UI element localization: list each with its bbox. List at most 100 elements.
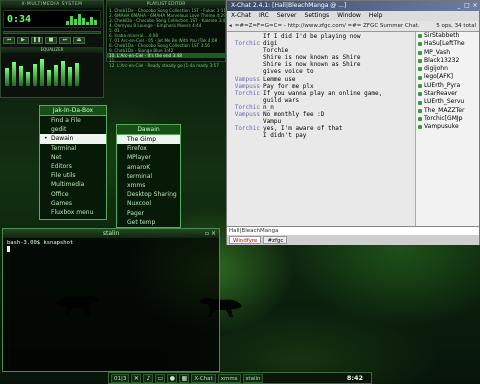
terminal-output[interactable]: bash-3.00$ ksnapshot <box>3 238 219 255</box>
chat-nick[interactable]: Vampuss <box>229 111 263 118</box>
chat-nick[interactable] <box>229 47 263 54</box>
taskbar-item[interactable]: stalin <box>242 373 264 383</box>
menu-item[interactable]: Terminal <box>40 144 106 153</box>
play-icon[interactable]: ▶ <box>17 37 29 44</box>
xmms-time[interactable]: 0:34 <box>7 14 31 25</box>
firefox-icon[interactable]: ● <box>167 373 178 383</box>
menu-item[interactable]: gedit <box>40 125 106 134</box>
eq-slider[interactable] <box>61 61 65 86</box>
submenu-item[interactable]: amaroK <box>117 163 180 172</box>
menu-item[interactable]: Editors <box>40 162 106 171</box>
taskbar-item[interactable]: xmms <box>217 373 241 383</box>
chat-message: gives voice to <box>263 68 314 76</box>
user-list-item[interactable]: LUErth_Servu <box>416 98 479 106</box>
eq-slider[interactable] <box>75 63 79 86</box>
submenu-item[interactable]: MPlayer <box>117 153 180 162</box>
submenu-item[interactable]: xmms <box>117 181 180 190</box>
submenu-item[interactable]: terminal <box>117 172 180 181</box>
chat-nick[interactable] <box>229 97 263 104</box>
menu-settings[interactable]: Settings <box>305 11 330 21</box>
eq-slider[interactable] <box>5 68 9 86</box>
submenu-item[interactable]: Pager <box>117 209 180 218</box>
chat-titlebar[interactable]: X-Chat 2.4.1: [Hall|BleachManga @ ...] _… <box>227 1 479 11</box>
eq-slider[interactable] <box>12 62 16 86</box>
menu-xchat[interactable]: X-Chat <box>231 11 251 21</box>
chat-nick[interactable] <box>229 61 263 68</box>
menu-item[interactable]: • Dawain <box>40 134 106 144</box>
submenu-item[interactable]: Desktop Sharing <box>117 190 180 199</box>
xchat-icon[interactable]: ✕ <box>131 373 142 383</box>
chat-input[interactable]: Hall|BleachManga <box>227 226 479 235</box>
close-icon[interactable]: × <box>211 230 216 237</box>
xmms-seek-bar[interactable] <box>3 31 101 34</box>
user-list-item[interactable]: digijohn <box>416 65 479 73</box>
user-list[interactable]: SirStabbeth HaSu[LeftThe MP_Vash Black13232… <box>415 32 479 226</box>
playlist-titlebar[interactable]: PLAYLIST EDITOR <box>107 1 225 8</box>
user-list-item[interactable]: Black13232 <box>416 57 479 65</box>
submenu-item[interactable]: Get temp <box>117 218 180 227</box>
submenu-item[interactable]: The Gimp <box>117 135 180 145</box>
user-list-item[interactable]: SirStabbeth <box>416 32 479 40</box>
chat-nick[interactable] <box>229 132 263 139</box>
close-icon[interactable]: × <box>471 1 479 11</box>
pause-icon[interactable]: ❚❚ <box>31 37 43 44</box>
menu-item[interactable]: Multimedia <box>40 180 106 189</box>
chat-nick[interactable]: Torchic <box>229 90 263 97</box>
terminal-icon[interactable]: ▭ <box>155 373 166 383</box>
terminal-titlebar[interactable]: stalin ▫ × <box>3 229 219 238</box>
chat-nick[interactable] <box>229 118 263 125</box>
taskbar-item[interactable]: X-Chat <box>191 373 216 383</box>
chat-nick[interactable] <box>229 54 263 61</box>
stop-icon[interactable]: ■ <box>45 37 57 44</box>
chat-nick[interactable]: Torchic <box>229 40 263 47</box>
channel-topic[interactable]: =#=Z=F=G=C= - http://www.zfgc.com/ =#= Z… <box>232 23 419 29</box>
menu-item[interactable]: Office <box>40 190 106 199</box>
user-list-item[interactable]: lego[AFK] <box>416 73 479 81</box>
user-list-item[interactable]: Torchic[GMJp <box>416 115 479 123</box>
chat-nick[interactable]: Vampuss <box>229 83 263 90</box>
submenu-item[interactable]: Firefox <box>117 144 180 153</box>
workspace-switcher[interactable]: 01|3 <box>111 373 130 383</box>
desktop-icon[interactable]: ▦ <box>179 373 190 383</box>
eq-slider[interactable] <box>19 66 23 86</box>
chat-nick[interactable] <box>229 68 263 75</box>
user-list-item[interactable]: LUErth_Pyra <box>416 82 479 90</box>
eq-slider[interactable] <box>47 70 51 86</box>
minimize-icon[interactable]: _ <box>455 1 463 11</box>
user-list-item[interactable]: Vampusuke <box>416 123 479 131</box>
maximize-icon[interactable]: □ <box>463 1 471 11</box>
chat-nick[interactable] <box>229 33 263 40</box>
minimize-icon[interactable]: ▫ <box>205 230 209 237</box>
menu-item[interactable]: Games <box>40 199 106 208</box>
menu-help[interactable]: Help <box>369 11 383 21</box>
user-list-item[interactable]: HaSu[LeftThe <box>416 40 479 48</box>
chat-nick[interactable]: Torchic <box>229 125 263 132</box>
menu-item[interactable]: Net <box>40 153 106 162</box>
menu-item[interactable]: Find a File <box>40 116 106 125</box>
menu-server[interactable]: Server <box>277 11 297 21</box>
eq-slider[interactable] <box>26 72 30 86</box>
menu-irc[interactable]: IRC <box>259 11 269 21</box>
menu-item[interactable]: Fluxbox menu <box>40 208 106 217</box>
tab-windfyre[interactable]: Windfyre <box>229 236 262 244</box>
playlist-item[interactable]: 12. L'Arc-en-Ciel - Ready steady go (1-4… <box>107 63 225 68</box>
user-list-item[interactable]: StarReaver <box>416 90 479 98</box>
tab-zfgc[interactable]: #zfgc <box>263 236 288 244</box>
eject-icon[interactable]: ⏏ <box>73 37 85 44</box>
eq-slider[interactable] <box>33 64 37 86</box>
menu-item[interactable]: File utils <box>40 171 106 180</box>
user-list-item[interactable]: The_MAZZTer <box>416 107 479 115</box>
chat-nick[interactable]: Vampuss <box>229 76 263 83</box>
menu-window[interactable]: Window <box>337 11 361 21</box>
previous-icon[interactable]: ⏮ <box>3 37 15 44</box>
next-icon[interactable]: ⏭ <box>59 37 71 44</box>
xmms-icon[interactable]: ♪ <box>143 373 154 383</box>
chat-log[interactable]: If I did I'd be playing now Torchic digi To… <box>227 32 415 226</box>
submenu-item[interactable]: Nuxcool <box>117 199 180 208</box>
xmms-titlebar[interactable]: X-MULTIMEDIA SYSTEM <box>1 1 103 8</box>
eq-slider[interactable] <box>68 67 72 86</box>
chat-nick[interactable]: Torchic <box>229 104 263 111</box>
eq-slider[interactable] <box>40 59 44 86</box>
user-list-item[interactable]: MP_Vash <box>416 49 479 57</box>
eq-slider[interactable] <box>54 65 58 86</box>
